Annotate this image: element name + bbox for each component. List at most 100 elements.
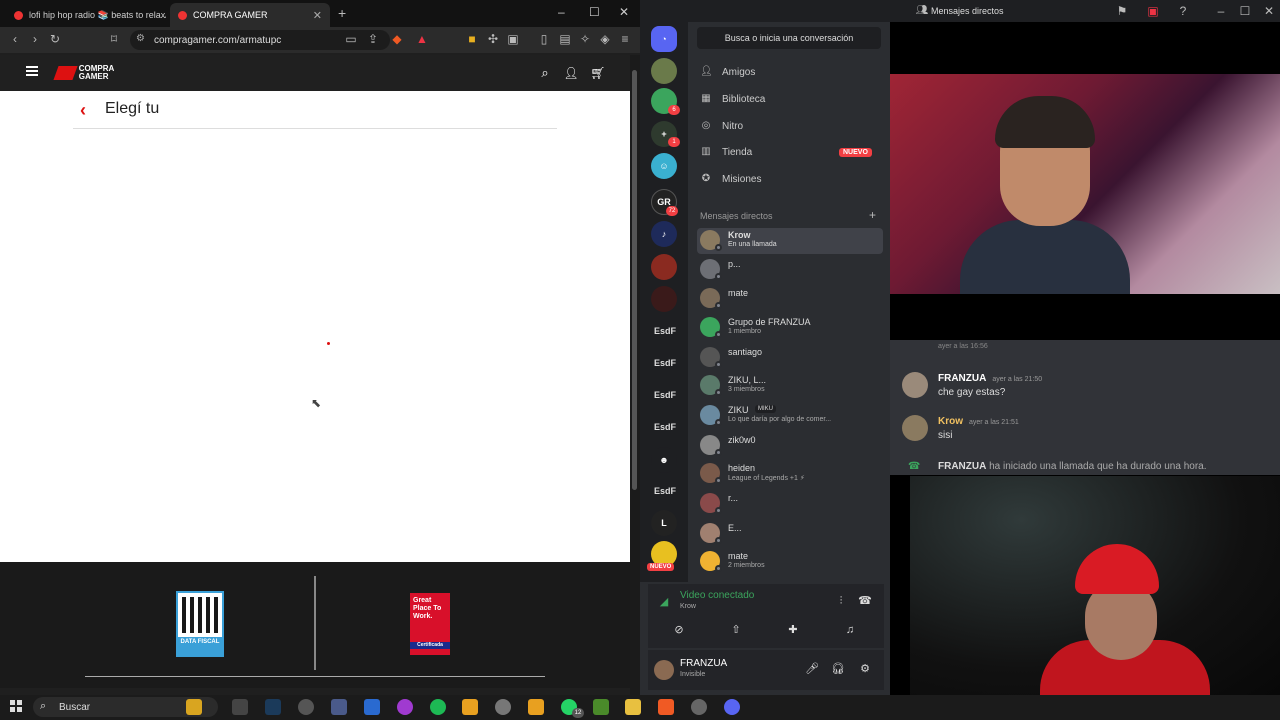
- dm-item[interactable]: E...: [697, 521, 883, 547]
- extensions-puzzle-icon[interactable]: ✣: [485, 31, 501, 47]
- forward-icon[interactable]: ›: [27, 31, 43, 47]
- brave-rewards-icon[interactable]: ▲: [414, 31, 430, 47]
- nav-nitro[interactable]: ◎ Nitro: [700, 120, 744, 132]
- message-author[interactable]: FRANZUA ayer a las 21:50: [938, 373, 1042, 384]
- steam-icon[interactable]: [265, 699, 281, 715]
- message-avatar[interactable]: [902, 372, 928, 398]
- inbox-icon[interactable]: ▣: [1145, 3, 1161, 19]
- search-conversation-input[interactable]: Busca o inicia una conversación: [697, 27, 881, 49]
- discord-close-icon[interactable]: ✕: [1261, 3, 1277, 19]
- message-avatar[interactable]: [902, 415, 928, 441]
- leo-icon[interactable]: ✧: [577, 31, 593, 47]
- dm-item[interactable]: mate 2 miembros: [697, 549, 883, 575]
- server-esdf[interactable]: EsdF: [650, 486, 680, 496]
- scrollbar-thumb[interactable]: [632, 70, 637, 490]
- noise-suppression-icon[interactable]: ⫶: [833, 593, 849, 609]
- cast-icon[interactable]: ▭: [343, 31, 359, 47]
- obs-icon[interactable]: [298, 699, 314, 715]
- dm-item[interactable]: heiden League of Legends +1 ⚡: [697, 461, 883, 487]
- nav-library[interactable]: ▦ Biblioteca: [700, 93, 765, 105]
- copilot-icon[interactable]: [186, 699, 202, 715]
- voice-channel[interactable]: Krow: [680, 603, 696, 610]
- tab-compragamer[interactable]: COMPRA GAMER ✕: [170, 3, 330, 27]
- brave-shield-icon[interactable]: ◆: [389, 31, 405, 47]
- soundboard-icon[interactable]: ♫: [842, 622, 858, 638]
- server-avatar[interactable]: L: [651, 510, 677, 536]
- message-author[interactable]: Krow ayer a las 21:51: [938, 416, 1019, 427]
- dm-item[interactable]: ZIKU Lo que daría por algo de comer... MIK…: [697, 403, 883, 429]
- server-avatar[interactable]: [651, 254, 677, 280]
- share-icon[interactable]: ⇪: [365, 31, 381, 47]
- dm-item[interactable]: p...: [697, 257, 883, 283]
- minimize-icon[interactable]: –: [558, 5, 565, 19]
- discord-maximize-icon[interactable]: ☐: [1237, 3, 1253, 19]
- back-icon[interactable]: ‹: [7, 31, 23, 47]
- dm-item[interactable]: Grupo de FRANZUA 1 miembro: [697, 315, 883, 341]
- cart-icon[interactable]: 🛒︎: [590, 65, 606, 81]
- app-icon[interactable]: [691, 699, 707, 715]
- user-avatar[interactable]: [654, 660, 674, 680]
- search-icon[interactable]: ⌕: [537, 65, 553, 81]
- signal-icon[interactable]: ◢: [656, 594, 672, 610]
- data-fiscal-qr[interactable]: DATA FISCAL: [176, 591, 224, 657]
- nav-friends[interactable]: 👤︎ Amigos: [700, 66, 755, 78]
- back-arrow-icon[interactable]: ‹: [80, 100, 86, 121]
- server-avatar[interactable]: [651, 286, 677, 312]
- inbox-flag-icon[interactable]: ⚑: [1114, 3, 1130, 19]
- create-dm-icon[interactable]: +: [869, 208, 876, 222]
- server-esdf[interactable]: EsdF: [650, 326, 680, 336]
- screen-share-icon[interactable]: ⇧: [728, 622, 744, 638]
- hamburger-menu-icon[interactable]: [26, 66, 38, 76]
- dm-item[interactable]: r...: [697, 491, 883, 517]
- settings-gear-icon[interactable]: ⚙: [857, 661, 873, 677]
- new-tab-button[interactable]: +: [338, 5, 346, 21]
- microphone-icon[interactable]: 🎤︎: [804, 661, 820, 677]
- sidebar-icon[interactable]: ▯: [536, 31, 552, 47]
- server-avatar[interactable]: [651, 58, 677, 84]
- close-tab-icon[interactable]: ✕: [313, 9, 322, 22]
- brave-taskbar-icon[interactable]: [658, 699, 674, 715]
- dm-item[interactable]: Krow En una llamada: [697, 228, 883, 254]
- nav-shop[interactable]: ▥ Tienda: [700, 146, 752, 158]
- camera-off-icon[interactable]: ⊘: [671, 622, 687, 638]
- extension-2-icon[interactable]: ▣: [505, 31, 521, 47]
- server-avatar[interactable]: ☺: [651, 153, 677, 179]
- close-window-icon[interactable]: ✕: [619, 5, 629, 19]
- app-icon[interactable]: [495, 699, 511, 715]
- bookmark-icon[interactable]: ⌑: [106, 31, 122, 47]
- dm-item[interactable]: santiago: [697, 345, 883, 371]
- dm-item[interactable]: mate: [697, 286, 883, 312]
- dm-item[interactable]: ZIKU, L... 3 miembros: [697, 373, 883, 399]
- headphones-icon[interactable]: 🎧︎: [830, 661, 846, 677]
- site-info-icon[interactable]: ⚙: [136, 33, 145, 44]
- server-esdf[interactable]: EsdF: [650, 390, 680, 400]
- server-avatar[interactable]: ♪: [651, 221, 677, 247]
- app-icon[interactable]: [397, 699, 413, 715]
- menu-icon[interactable]: ≡: [617, 31, 633, 47]
- vscode-icon[interactable]: [364, 699, 380, 715]
- app-icon[interactable]: [462, 699, 478, 715]
- task-view-icon[interactable]: [232, 699, 248, 715]
- server-esdf[interactable]: EsdF: [650, 358, 680, 368]
- wallet-icon[interactable]: ▤: [557, 31, 573, 47]
- tab-lofi[interactable]: lofi hip hop radio 📚 beats to relax/s: [6, 3, 166, 27]
- server-esdf[interactable]: EsdF: [650, 422, 680, 432]
- server-avatar[interactable]: ☻: [651, 447, 677, 473]
- dm-item[interactable]: zik0w0: [697, 433, 883, 459]
- user-icon[interactable]: 👤︎: [563, 65, 579, 81]
- app-icon[interactable]: [331, 699, 347, 715]
- maximize-icon[interactable]: ☐: [589, 5, 600, 19]
- windows-start-icon[interactable]: [10, 700, 22, 712]
- activities-icon[interactable]: ✚: [785, 622, 801, 638]
- disconnect-icon[interactable]: ☎: [857, 593, 873, 609]
- reload-icon[interactable]: ↻: [47, 31, 63, 47]
- nav-quests[interactable]: ✪ Misiones: [700, 173, 762, 185]
- file-explorer-icon[interactable]: [625, 699, 641, 715]
- compragamer-logo[interactable]: COMPRA GAMER: [53, 63, 136, 83]
- minecraft-icon[interactable]: [593, 699, 609, 715]
- help-icon[interactable]: ?: [1175, 3, 1191, 19]
- discord-minimize-icon[interactable]: –: [1213, 3, 1229, 19]
- spotify-icon[interactable]: [430, 699, 446, 715]
- extension-icon[interactable]: ■: [464, 31, 480, 47]
- discord-taskbar-icon[interactable]: [724, 699, 740, 715]
